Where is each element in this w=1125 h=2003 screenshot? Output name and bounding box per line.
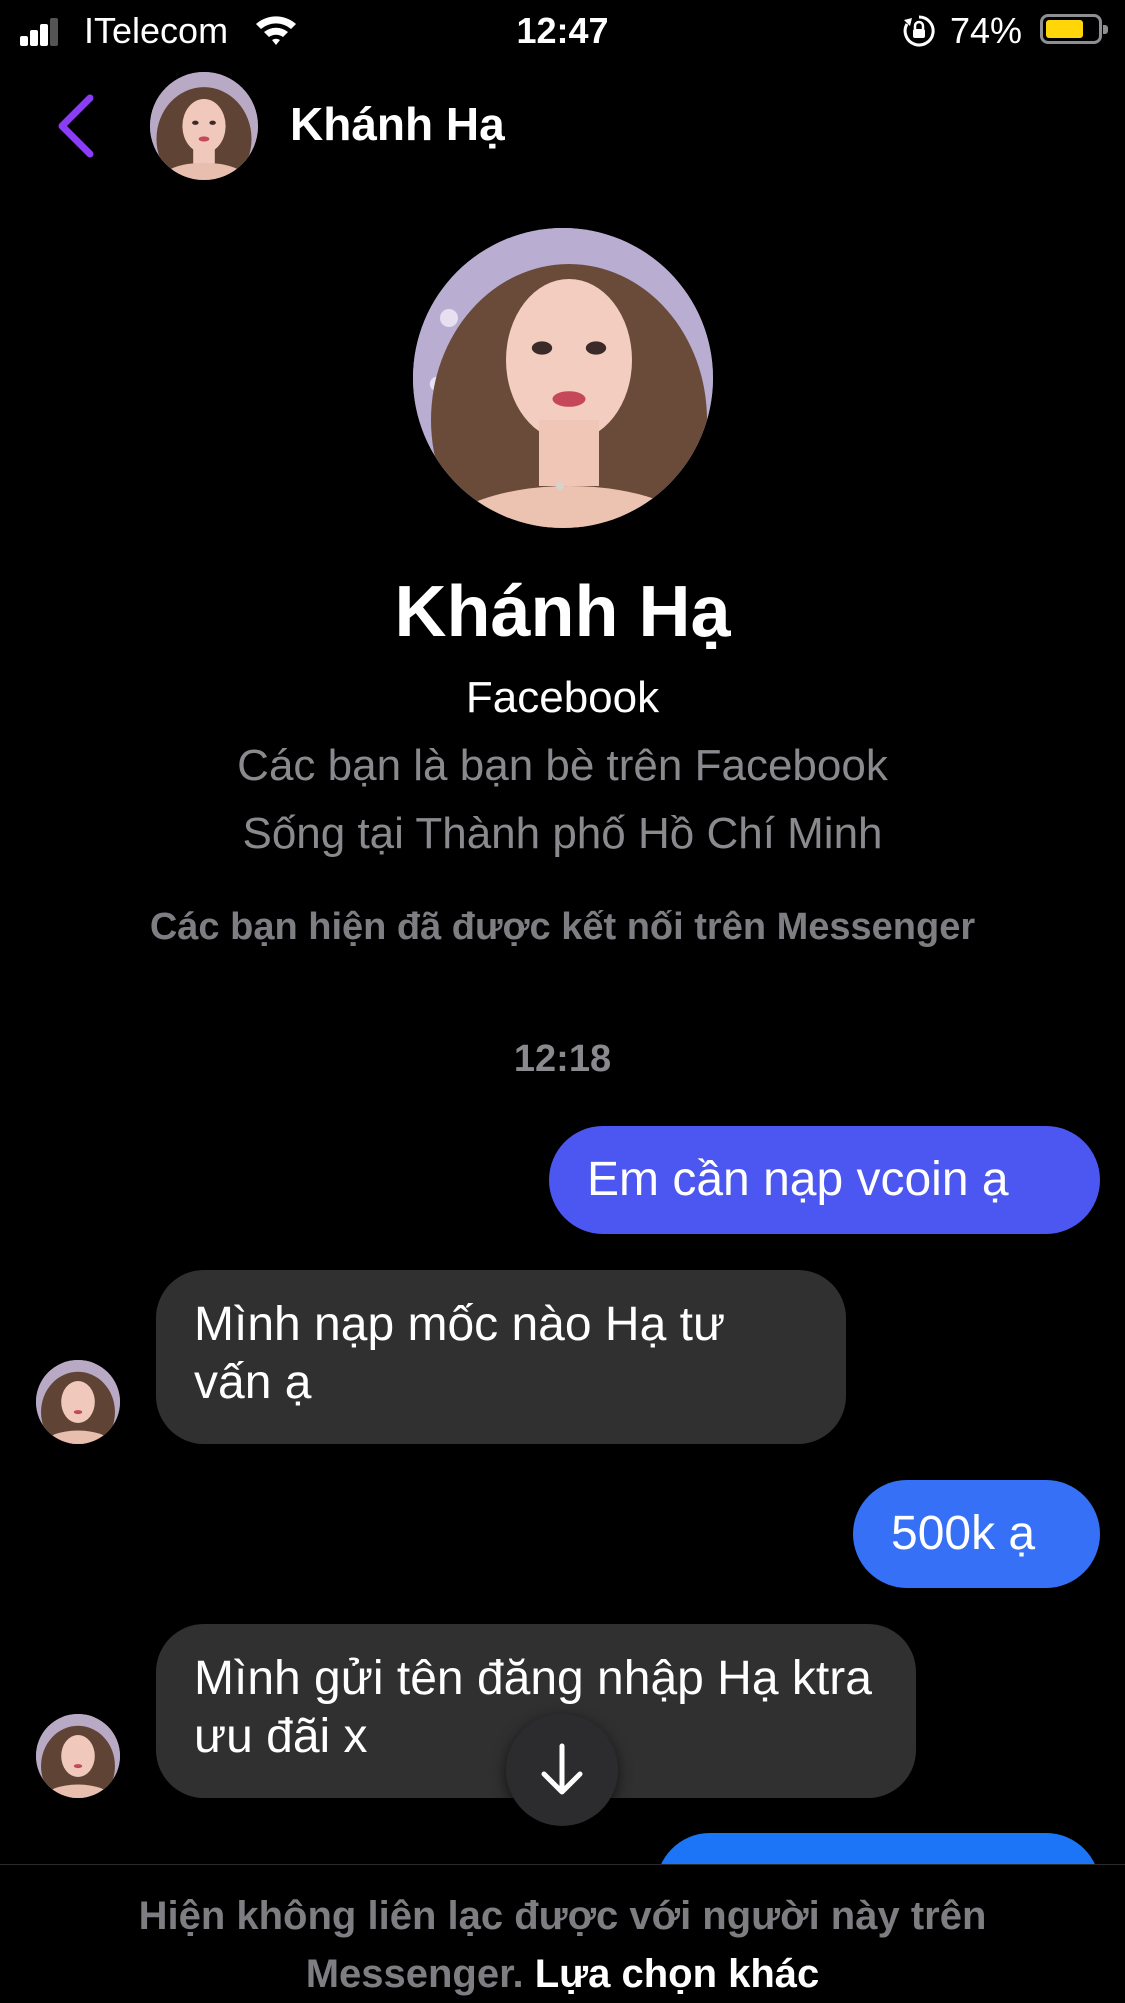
profile-platform: Facebook [465, 673, 660, 722]
battery-level [1046, 20, 1083, 38]
sender-avatar[interactable] [36, 1360, 120, 1444]
message-text: 500k ạ [891, 1507, 1036, 1560]
header-avatar[interactable] [150, 72, 258, 180]
notice-text-block: Hiện không liên lạc được với người này t… [40, 1887, 1085, 2003]
back-button[interactable] [40, 84, 110, 168]
avatar-image [413, 228, 713, 528]
message-timestamp: 12:18 [513, 1038, 612, 1080]
unavailable-notice: Hiện không liên lạc được với người này t… [0, 1864, 1125, 2002]
orientation-lock-icon [903, 15, 935, 47]
header-contact-name[interactable]: Khánh Hạ [290, 96, 505, 152]
connected-note: Các bạn hiện đã được kết nối trên Messen… [149, 906, 976, 948]
message-bubble-incoming[interactable]: Mình nạp mốc nào Hạ tư vấn ạ [156, 1270, 846, 1444]
sender-avatar[interactable] [36, 1714, 120, 1798]
avatar-image [150, 72, 258, 180]
message-bubble-outgoing[interactable]: 500k ạ [853, 1480, 1100, 1588]
scroll-to-bottom-button[interactable] [506, 1714, 618, 1826]
profile-location-line: Sống tại Thành phố Hồ Chí Minh [242, 809, 883, 858]
battery-icon [1040, 14, 1108, 44]
status-bar: ITelecom 12:47 74% [0, 0, 1125, 62]
battery-percent: 74% [950, 10, 1023, 51]
avatar-image [36, 1360, 120, 1444]
profile-name: Khánh Hạ [394, 572, 731, 652]
arrow-down-icon [541, 1743, 583, 1795]
message-bubble-outgoing[interactable]: Em cần nạp vcoin ạ [549, 1126, 1100, 1234]
message-text: Em cần nạp vcoin ạ [587, 1153, 1009, 1206]
profile-friends-line: Các bạn là bạn bè trên Facebook [237, 741, 888, 790]
message-text: Mình nạp mốc nào Hạ tư vấn ạ [194, 1298, 726, 1409]
avatar-image [36, 1714, 120, 1798]
other-options-link[interactable]: Lựa chọn khác [535, 1952, 820, 1996]
profile-avatar[interactable] [413, 228, 713, 528]
